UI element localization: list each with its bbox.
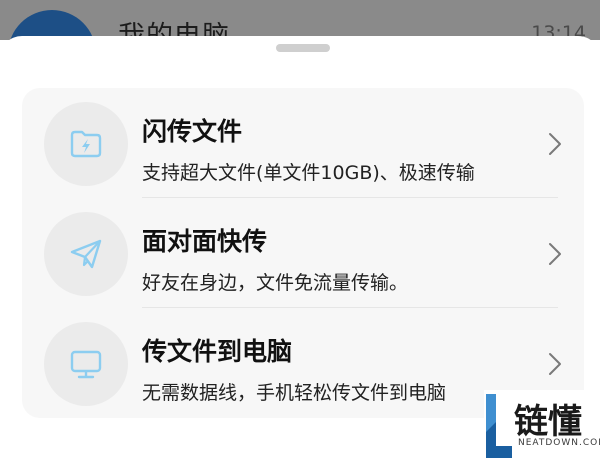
watermark-text: 链懂 [514, 402, 582, 442]
icon-background [44, 102, 128, 186]
transfer-options-card: 闪传文件 支持超大文件(单文件10GB)、极速传输 面对面快传 好友在身边，文件… [22, 88, 584, 418]
monitor-icon [70, 350, 102, 379]
option-flash-transfer[interactable]: 闪传文件 支持超大文件(单文件10GB)、极速传输 [22, 88, 584, 198]
option-subtitle: 无需数据线，手机轻松传文件到电脑 [142, 382, 447, 404]
sheet-drag-handle[interactable] [276, 44, 330, 52]
icon-background [44, 212, 128, 296]
logo-l-icon [486, 394, 512, 458]
chevron-right-icon [549, 353, 561, 375]
paper-plane-icon [70, 239, 102, 269]
option-title: 闪传文件 [142, 117, 243, 146]
option-title: 传文件到电脑 [142, 337, 293, 366]
option-subtitle: 好友在身边，文件免流量传输。 [142, 272, 409, 294]
option-title: 面对面快传 [142, 227, 268, 256]
watermark-logo: 链懂 NEATDOWN.COM [484, 390, 600, 463]
watermark-domain: NEATDOWN.COM [518, 438, 600, 448]
dimmed-chat-header: 我的电脑 13:14 [0, 0, 600, 40]
option-subtitle: 支持超大文件(单文件10GB)、极速传输 [142, 162, 475, 184]
flash-folder-icon [70, 130, 102, 158]
icon-background [44, 322, 128, 406]
chevron-right-icon [549, 243, 561, 265]
chevron-right-icon [549, 133, 561, 155]
screen: 我的电脑 13:14 闪传文件 支持超大文件(单文件10GB)、极速传输 面对面… [0, 0, 600, 463]
option-face-to-face[interactable]: 面对面快传 好友在身边，文件免流量传输。 [22, 198, 584, 308]
